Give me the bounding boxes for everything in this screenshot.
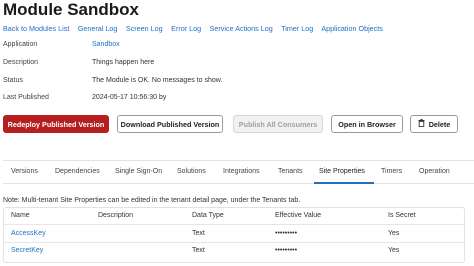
timer-log-link[interactable]: Timer Log <box>281 24 313 33</box>
tab-dependencies[interactable]: Dependencies <box>55 168 100 175</box>
module-nav-links: Back to Modules List General Log Screen … <box>3 24 389 33</box>
page-title: Module Sandbox <box>3 0 139 19</box>
row-secretkey-is-secret: Yes <box>388 247 400 254</box>
screen-log-link[interactable]: Screen Log <box>126 24 163 33</box>
multi-tenant-note: Note: Multi-tenant Site Properties can b… <box>3 197 301 204</box>
tab-site-properties[interactable]: Site Properties <box>319 168 365 175</box>
description-label: Description <box>3 59 39 66</box>
general-log-link[interactable]: General Log <box>78 24 118 33</box>
tab-solutions[interactable]: Solutions <box>177 168 206 175</box>
row-secretkey-effective-value: ••••••••• <box>275 247 298 254</box>
tab-single-sign-on[interactable]: Single Sign-On <box>115 168 162 175</box>
active-tab-indicator <box>314 182 374 184</box>
delete-label: Delete <box>428 119 451 129</box>
last-published-label: Last Published <box>3 94 49 101</box>
tab-timers[interactable]: Timers <box>381 168 402 175</box>
status-value: The Module is OK. No messages to show. <box>92 77 223 84</box>
tab-tenants[interactable]: Tenants <box>278 168 303 175</box>
row-divider <box>4 242 464 243</box>
column-header-name: Name <box>11 212 30 219</box>
column-header-data-type: Data Type <box>192 212 224 219</box>
column-header-effective-value: Effective Value <box>275 212 322 219</box>
redeploy-published-version-button[interactable]: Redeploy Published Version <box>3 115 109 133</box>
service-actions-log-link[interactable]: Service Actions Log <box>210 24 273 33</box>
trash-icon <box>418 119 425 129</box>
back-to-modules-link[interactable]: Back to Modules List <box>3 24 69 33</box>
open-in-browser-button[interactable]: Open in Browser <box>331 115 403 133</box>
description-value: Things happen here <box>92 59 155 66</box>
header-divider <box>4 224 464 225</box>
column-header-description: Description <box>98 212 134 219</box>
row-secretkey-name[interactable]: SecretKey <box>11 247 43 254</box>
site-properties-table: Name Description Data Type Effective Val… <box>3 207 465 263</box>
application-link[interactable]: Sandbox <box>92 41 120 48</box>
tab-operation[interactable]: Operation <box>419 168 450 175</box>
last-published-value: 2024-05-17 10:56:30 by <box>92 94 167 101</box>
download-published-version-button[interactable]: Download Published Version <box>117 115 223 133</box>
tab-versions[interactable]: Versions <box>11 168 38 175</box>
column-header-is-secret: Is Secret <box>388 212 416 219</box>
publish-all-consumers-button[interactable]: Publish All Consumers <box>233 115 323 133</box>
row-accesskey-is-secret: Yes <box>388 230 400 237</box>
application-objects-link[interactable]: Application Objects <box>321 24 383 33</box>
row-accesskey-data-type: Text <box>192 230 205 237</box>
row-accesskey-name[interactable]: AccessKey <box>11 230 46 237</box>
delete-button[interactable]: Delete <box>410 115 458 133</box>
tab-integrations[interactable]: Integrations <box>223 168 260 175</box>
application-label: Application <box>3 41 38 48</box>
row-secretkey-data-type: Text <box>192 247 205 254</box>
module-tabs: Versions Dependencies Single Sign-On Sol… <box>3 160 474 184</box>
error-log-link[interactable]: Error Log <box>171 24 201 33</box>
row-accesskey-effective-value: ••••••••• <box>275 230 298 237</box>
status-label: Status <box>3 77 23 84</box>
